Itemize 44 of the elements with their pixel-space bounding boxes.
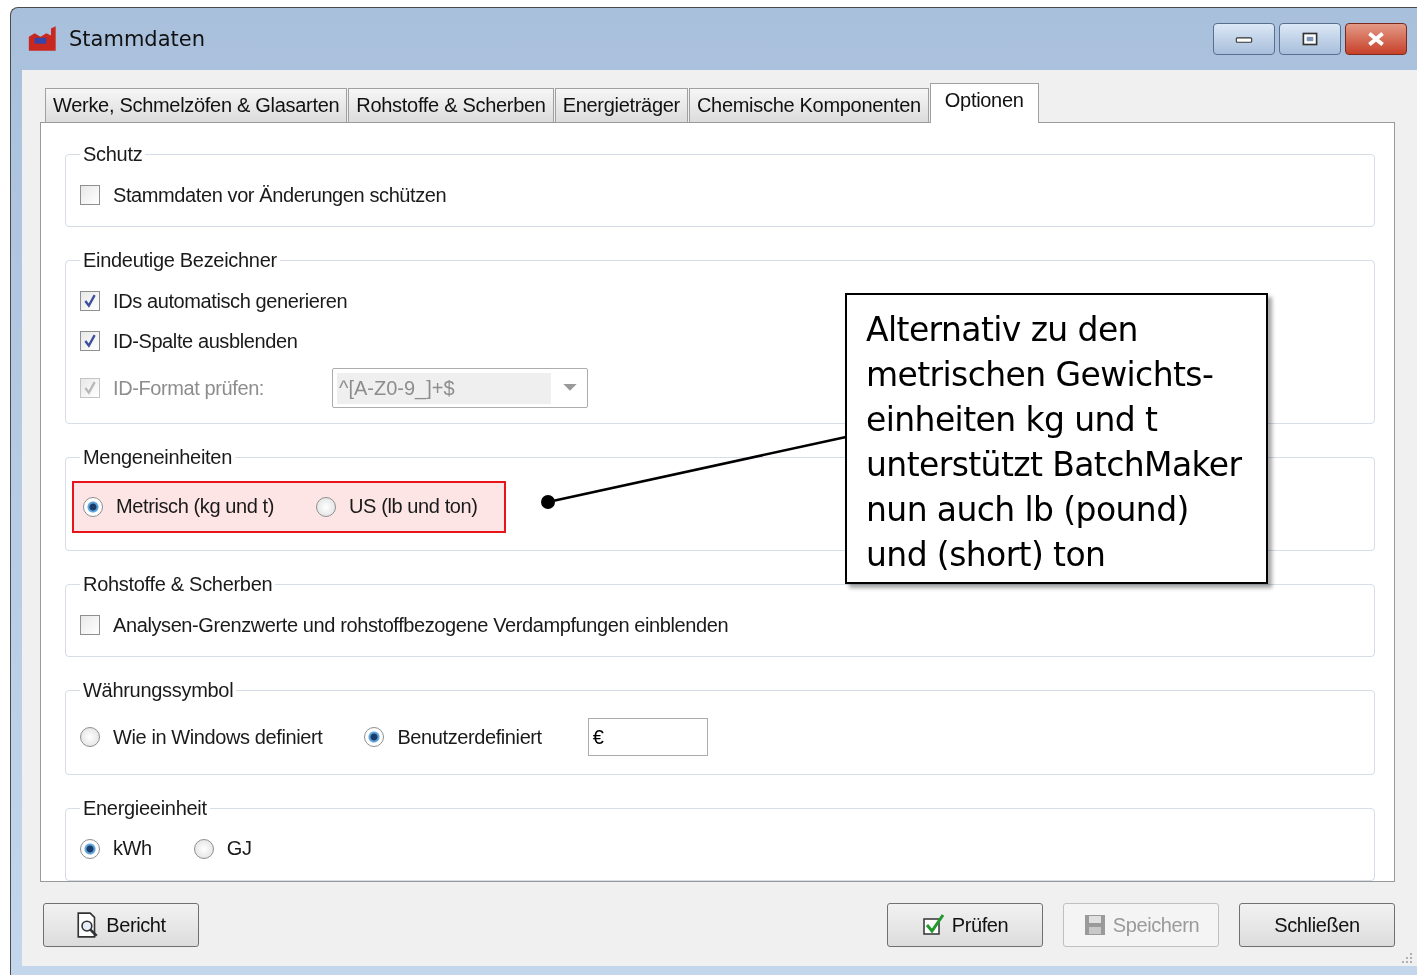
checkbox-label: Stammdaten vor Änderungen schützen <box>113 183 447 207</box>
tab[interactable]: Werke, Schmelzöfen & Glasarten <box>45 88 348 122</box>
checkbox[interactable] <box>80 615 100 636</box>
checkbox[interactable] <box>80 291 100 312</box>
checkbox[interactable] <box>80 185 100 205</box>
radio-label: Metrisch (kg und t) <box>116 495 274 519</box>
window-title: Stammdaten <box>69 27 205 51</box>
dialog-button[interactable]: Schließen <box>1239 903 1395 947</box>
radio-button[interactable] <box>80 727 100 748</box>
caret-icon <box>563 384 578 393</box>
group-title: Rohstoffe & Scherben <box>82 573 274 597</box>
resize-grip-icon[interactable] <box>1401 952 1413 964</box>
radio-button[interactable] <box>316 496 336 517</box>
checkbox-label: IDs automatisch generieren <box>113 289 348 313</box>
group-title: Eindeutige Bezeichner <box>82 249 278 273</box>
callout-note: Alternativ zu den metrischen Gewichts- einheiten kg und t unterstützt BatchMaker nun auch lb (pound) und (short) ton <box>845 293 1268 584</box>
dialog-button[interactable]: Prüfen <box>887 903 1043 947</box>
radio-label: US (lb und ton) <box>349 495 478 519</box>
tab[interactable]: Chemische Komponenten <box>688 88 929 122</box>
tab[interactable]: Rohstoffe & Scherben <box>348 88 554 122</box>
radio-button[interactable] <box>193 838 214 859</box>
checkbox-label: ID-Format prüfen: <box>113 376 265 400</box>
maximize-button[interactable] <box>1279 23 1341 55</box>
checkbox-label: ID-Spalte ausblenden <box>113 329 298 353</box>
radio-button[interactable] <box>83 496 103 517</box>
currency-field[interactable]: € <box>587 718 708 757</box>
group-title: Schutz <box>82 143 144 166</box>
close-button[interactable] <box>1345 23 1407 55</box>
radio-label: kWh <box>113 837 152 861</box>
checkmark-icon <box>921 912 946 938</box>
dialog-button[interactable]: Bericht <box>43 903 199 947</box>
tab[interactable]: Optionen <box>929 83 1039 123</box>
group-title: Währungssymbol <box>82 679 235 703</box>
group-title: Mengeneinheiten <box>82 445 233 469</box>
radio-label: Wie in Windows definiert <box>113 725 323 749</box>
radio-button[interactable] <box>80 838 100 859</box>
group-title: Energieeinheit <box>82 796 208 820</box>
radio-button[interactable] <box>364 727 385 748</box>
minimize-button[interactable] <box>1213 23 1275 55</box>
radio-label: Benutzerdefiniert <box>397 725 542 749</box>
tab[interactable]: Energieträger <box>554 88 688 122</box>
checkbox[interactable] <box>80 331 100 352</box>
radio-label: GJ <box>226 837 252 861</box>
checkbox-label: Analysen-Grenzwerte und rohstoffbezogene Verdampfungen einblenden <box>113 613 729 637</box>
